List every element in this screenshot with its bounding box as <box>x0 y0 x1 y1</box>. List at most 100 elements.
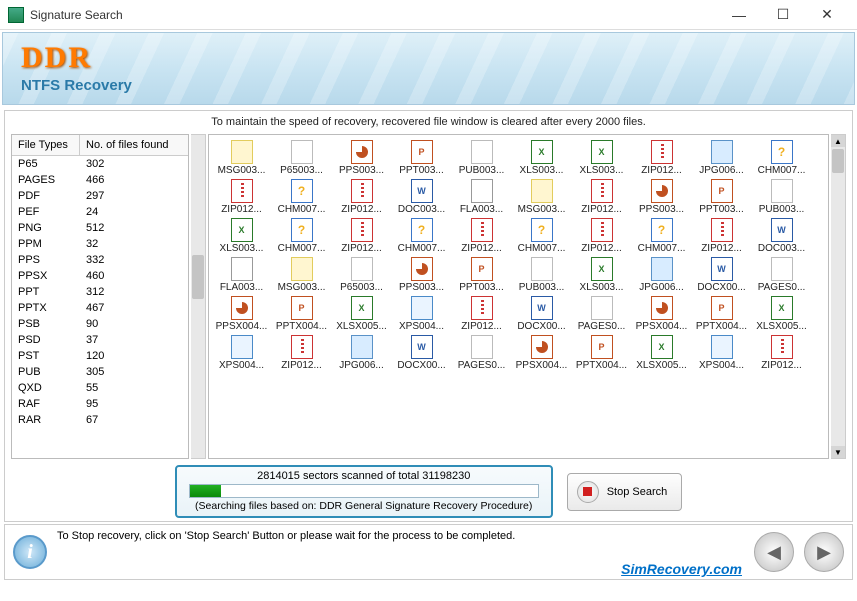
filetype-row[interactable]: PPT312 <box>12 284 188 300</box>
file-item[interactable]: ZIP012... <box>753 334 810 371</box>
file-item[interactable]: CHM007... <box>273 217 330 254</box>
scroll-up-icon[interactable]: ▲ <box>831 135 845 147</box>
file-item[interactable]: ZIP012... <box>273 334 330 371</box>
file-item[interactable]: ZIP012... <box>333 178 390 215</box>
file-item[interactable]: PPS003... <box>393 256 450 293</box>
file-item[interactable]: PUB003... <box>513 256 570 293</box>
file-item[interactable]: ZIP012... <box>453 295 510 332</box>
file-item[interactable]: JPG006... <box>693 139 750 176</box>
nav-back-button[interactable]: ◀ <box>754 532 794 572</box>
file-item[interactable]: CHM007... <box>513 217 570 254</box>
stop-search-button[interactable]: Stop Search <box>567 473 683 511</box>
file-item[interactable]: PPSX004... <box>513 334 570 371</box>
file-item[interactable]: DOCX00... <box>513 295 570 332</box>
filetype-row[interactable]: PPSX460 <box>12 268 188 284</box>
file-item[interactable]: PUB003... <box>453 139 510 176</box>
filetype-row[interactable]: PSD37 <box>12 332 188 348</box>
filetype-row[interactable]: PPM32 <box>12 236 188 252</box>
file-item[interactable]: PPTX004... <box>693 295 750 332</box>
file-item[interactable]: XPS004... <box>693 334 750 371</box>
file-item[interactable]: PPTX004... <box>273 295 330 332</box>
file-item[interactable]: XLS003... <box>573 256 630 293</box>
file-item[interactable]: ZIP012... <box>333 217 390 254</box>
filetype-row[interactable]: PDF297 <box>12 188 188 204</box>
filetype-row[interactable]: PEF24 <box>12 204 188 220</box>
file-item[interactable]: DOCX00... <box>393 334 450 371</box>
file-item[interactable]: PAGES0... <box>753 256 810 293</box>
file-item[interactable]: ZIP012... <box>633 139 690 176</box>
file-item[interactable]: PPS003... <box>333 139 390 176</box>
filetype-row[interactable]: RAF95 <box>12 396 188 412</box>
page-icon <box>291 140 313 164</box>
file-item[interactable]: PPS003... <box>633 178 690 215</box>
file-item[interactable]: MSG003... <box>213 139 270 176</box>
file-item[interactable]: XPS004... <box>213 334 270 371</box>
scroll-down-icon[interactable]: ▼ <box>831 446 845 458</box>
filetype-row[interactable]: PUB305 <box>12 364 188 380</box>
file-item[interactable]: PUB003... <box>753 178 810 215</box>
file-label: PPSX004... <box>633 321 690 332</box>
file-item[interactable]: PPTX004... <box>573 334 630 371</box>
file-item[interactable]: CHM007... <box>633 217 690 254</box>
filetype-row[interactable]: RAR67 <box>12 412 188 428</box>
filetype-row[interactable]: PSB90 <box>12 316 188 332</box>
file-item[interactable]: XLSX005... <box>753 295 810 332</box>
filetypes-scrollbar[interactable] <box>191 134 206 459</box>
pps-icon <box>411 257 433 281</box>
file-item[interactable]: PPT003... <box>453 256 510 293</box>
file-item[interactable]: ZIP012... <box>453 217 510 254</box>
filetypes-list[interactable]: File Types No. of files found P65302PAGE… <box>11 134 189 459</box>
file-item[interactable]: XPS004... <box>393 295 450 332</box>
scrollbar-thumb[interactable] <box>192 255 204 299</box>
filegrid-scrollbar[interactable]: ▲ ▼ <box>831 134 846 459</box>
file-grid[interactable]: MSG003...P65003...PPS003...PPT003...PUB0… <box>208 134 829 459</box>
file-label: XPS004... <box>693 360 750 371</box>
filetype-row[interactable]: PST120 <box>12 348 188 364</box>
file-item[interactable]: PAGES0... <box>573 295 630 332</box>
file-item[interactable]: DOC003... <box>393 178 450 215</box>
file-item[interactable]: DOCX00... <box>693 256 750 293</box>
file-item[interactable]: PPT003... <box>693 178 750 215</box>
file-item[interactable]: PPSX004... <box>633 295 690 332</box>
file-item[interactable]: ZIP012... <box>213 178 270 215</box>
filetype-row[interactable]: QXD55 <box>12 380 188 396</box>
filetype-row[interactable]: PAGES466 <box>12 172 188 188</box>
file-label: FLA003... <box>213 282 270 293</box>
file-item[interactable]: DOC003... <box>753 217 810 254</box>
file-item[interactable]: CHM007... <box>753 139 810 176</box>
file-item[interactable]: XLSX005... <box>633 334 690 371</box>
info-icon[interactable]: i <box>13 535 47 569</box>
page-icon <box>351 257 373 281</box>
file-item[interactable]: JPG006... <box>633 256 690 293</box>
file-item[interactable]: PAGES0... <box>453 334 510 371</box>
file-item[interactable]: MSG003... <box>513 178 570 215</box>
file-item[interactable]: ZIP012... <box>573 178 630 215</box>
file-item[interactable]: CHM007... <box>273 178 330 215</box>
filetype-row[interactable]: PPS332 <box>12 252 188 268</box>
file-item[interactable]: XLSX005... <box>333 295 390 332</box>
filetype-row[interactable]: P65302 <box>12 156 188 172</box>
scrollbar-thumb[interactable] <box>832 149 844 173</box>
file-item[interactable]: CHM007... <box>393 217 450 254</box>
file-item[interactable]: MSG003... <box>273 256 330 293</box>
file-item[interactable]: FLA003... <box>213 256 270 293</box>
file-item[interactable]: XLS003... <box>573 139 630 176</box>
ppt-icon <box>711 179 733 203</box>
maximize-button[interactable]: ☐ <box>761 1 805 29</box>
nav-forward-button[interactable]: ▶ <box>804 532 844 572</box>
close-button[interactable]: ✕ <box>805 1 849 29</box>
file-item[interactable]: FLA003... <box>453 178 510 215</box>
file-item[interactable]: ZIP012... <box>573 217 630 254</box>
filetype-row[interactable]: PNG512 <box>12 220 188 236</box>
file-item[interactable]: XLS003... <box>213 217 270 254</box>
file-item[interactable]: XLS003... <box>513 139 570 176</box>
file-item[interactable]: PPT003... <box>393 139 450 176</box>
watermark: SimRecovery.com <box>621 561 742 577</box>
file-item[interactable]: ZIP012... <box>693 217 750 254</box>
minimize-button[interactable]: — <box>717 1 761 29</box>
file-item[interactable]: JPG006... <box>333 334 390 371</box>
file-item[interactable]: P65003... <box>273 139 330 176</box>
file-item[interactable]: P65003... <box>333 256 390 293</box>
file-item[interactable]: PPSX004... <box>213 295 270 332</box>
filetype-row[interactable]: PPTX467 <box>12 300 188 316</box>
